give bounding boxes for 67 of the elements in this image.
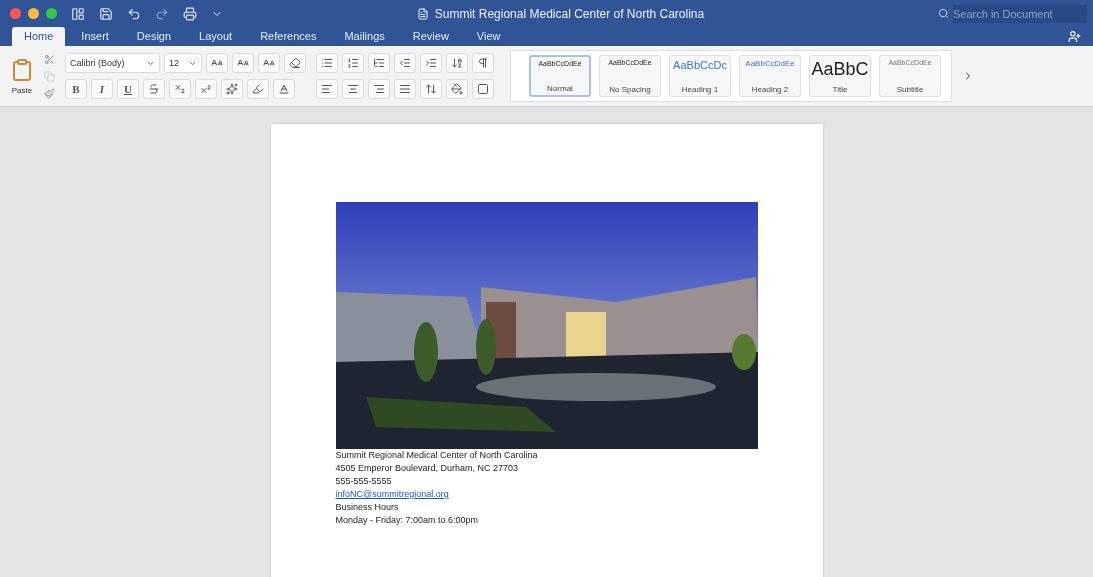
ribbon-tab[interactable]: References — [248, 27, 329, 46]
text-case-icon[interactable] — [258, 53, 280, 73]
align-center-icon[interactable] — [342, 79, 364, 99]
search-icon — [938, 8, 949, 19]
clear-format-icon[interactable] — [284, 53, 306, 73]
highlighter-icon[interactable] — [247, 79, 269, 99]
paste-button[interactable]: Paste — [10, 57, 34, 95]
ribbon-tab[interactable]: Design — [124, 27, 184, 46]
window-title: Summit Regional Medical Center of North Carolina — [434, 6, 705, 21]
ribbon-tab[interactable]: Home — [12, 27, 66, 46]
ribbon-tab[interactable]: View — [464, 27, 513, 46]
text-effects-icon[interactable] — [221, 79, 243, 99]
style-option[interactable]: AaBbCcDdEe Heading 2 — [739, 55, 801, 97]
shading-icon[interactable] — [446, 79, 468, 99]
style-option[interactable]: AaBbC Title — [809, 55, 871, 97]
font-dropdown[interactable]: Calibri (Body) — [65, 53, 160, 73]
style-sample: AaBbC — [811, 59, 869, 80]
style-name: Subtitle — [896, 85, 924, 94]
font-color-icon[interactable] — [273, 79, 295, 99]
minimize-button[interactable] — [28, 8, 39, 19]
style-name: No Spacing — [609, 85, 651, 94]
align-left-icon[interactable] — [316, 79, 338, 99]
multilevel-list-icon[interactable] — [368, 53, 390, 73]
line-spacing-icon[interactable] — [420, 79, 442, 99]
document-line: Summit Regional Medical Center of North Carolina — [335, 449, 539, 462]
document-line: Business Hours — [335, 501, 400, 514]
font-size-dropdown[interactable]: 12 — [164, 53, 202, 73]
pilcrow-icon[interactable] — [472, 53, 494, 73]
undo-icon[interactable] — [127, 6, 141, 21]
search-field[interactable]: Search in Document — [953, 4, 1087, 23]
format-button[interactable]: I — [91, 79, 113, 99]
sort-icon[interactable] — [446, 53, 468, 73]
ribbon-tab[interactable]: Insert — [69, 27, 121, 46]
share-icon[interactable] — [1068, 30, 1081, 43]
ribbon-tab[interactable]: Layout — [187, 27, 245, 46]
print-icon[interactable] — [183, 6, 197, 21]
increase-indent-icon[interactable] — [420, 53, 442, 73]
style-name: Heading 1 — [681, 85, 719, 94]
style-sample: AaBbCcDdEe — [745, 59, 795, 68]
align-right-icon[interactable] — [368, 79, 390, 99]
justify-icon[interactable] — [394, 79, 416, 99]
format-button[interactable]: B — [65, 79, 87, 99]
grow-font-icon[interactable] — [206, 53, 228, 73]
zoom-button[interactable] — [46, 8, 57, 19]
decrease-indent-icon[interactable] — [394, 53, 416, 73]
ribbon-tab[interactable]: Review — [400, 27, 461, 46]
document-line: Monday - Friday: 7:00am to 6:00pm — [335, 514, 480, 527]
ribbon-tab[interactable]: Mailings — [332, 27, 397, 46]
bullets-icon[interactable] — [316, 53, 338, 73]
redo-icon[interactable] — [155, 6, 169, 21]
style-name: Normal — [547, 84, 573, 93]
numbering-icon[interactable] — [342, 53, 364, 73]
save-icon[interactable] — [99, 6, 113, 21]
borders-icon[interactable] — [472, 79, 494, 99]
strikethrough-icon[interactable] — [143, 79, 165, 99]
document-icon — [416, 7, 429, 20]
cut-icon[interactable] — [44, 53, 55, 65]
style-name: Heading 2 — [751, 85, 789, 94]
email-link[interactable]: infoNC@summitregional.org — [335, 488, 449, 501]
style-name: Title — [832, 85, 848, 94]
sidebar-icon[interactable] — [71, 6, 85, 21]
style-sample: AaBbCcDc — [673, 59, 727, 71]
document-line: 555-555-5555 — [335, 475, 393, 488]
style-option[interactable]: AaBbCcDc Heading 1 — [669, 55, 731, 97]
format-button[interactable]: U — [117, 79, 139, 99]
document-line: 4505 Emperor Boulevard, Durham, NC 27703 — [335, 462, 520, 475]
shrink-font-icon[interactable] — [232, 53, 254, 73]
